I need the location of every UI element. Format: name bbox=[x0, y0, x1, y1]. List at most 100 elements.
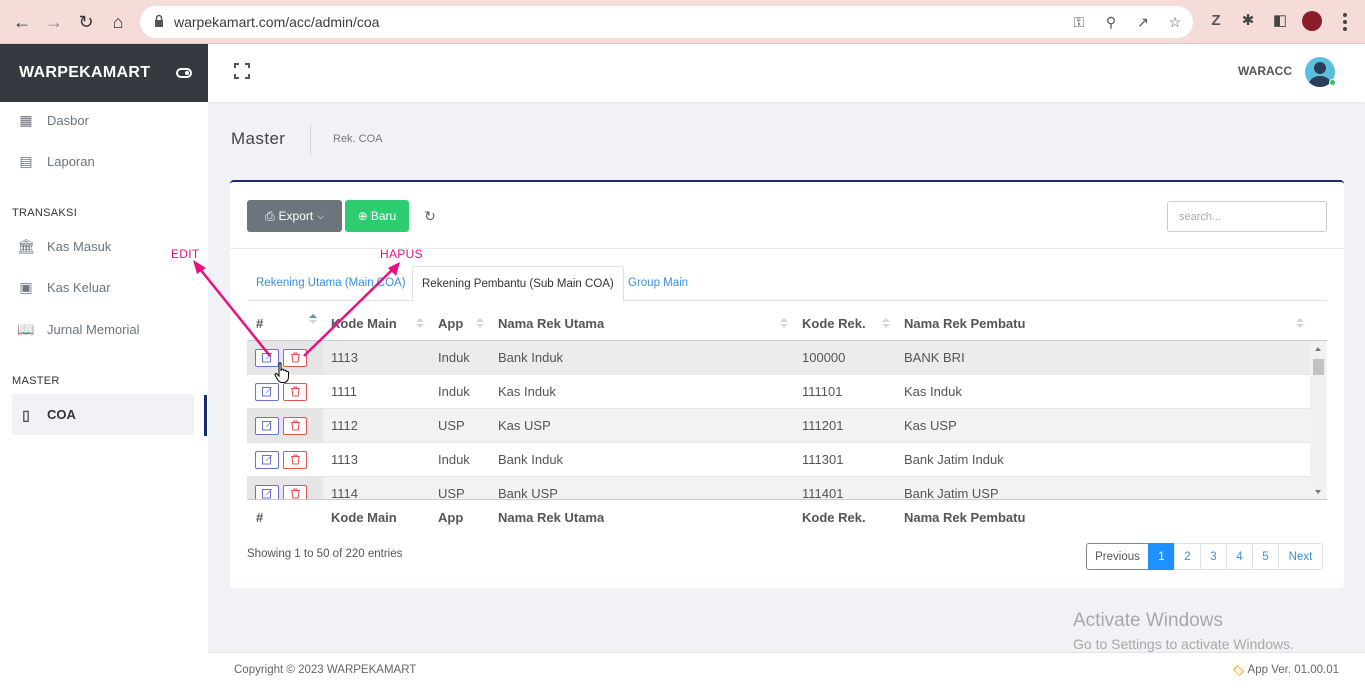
user-name[interactable]: WARACC bbox=[1238, 64, 1292, 78]
key-icon[interactable]: ⚿ bbox=[1070, 13, 1088, 31]
page-4-button[interactable]: 4 bbox=[1226, 543, 1253, 570]
copyright-text: Copyright © 2023 WARPEKAMART bbox=[234, 664, 417, 676]
footer-column-kode-main: Kode Main bbox=[331, 510, 397, 525]
tab-main-coa[interactable]: Rekening Utama (Main COA) bbox=[247, 266, 415, 301]
edit-icon bbox=[262, 489, 272, 499]
address-bar[interactable]: warpekamart.com/acc/admin/coa ⚿ ⚲ ↗ ☆ bbox=[140, 6, 1193, 38]
search-input[interactable] bbox=[1167, 201, 1327, 232]
sort-icon[interactable] bbox=[415, 318, 425, 328]
profile-avatar-icon[interactable] bbox=[1302, 11, 1322, 31]
cell-nama-rek-utama: Bank Induk bbox=[498, 350, 564, 365]
trash-icon bbox=[291, 352, 300, 363]
edit-button[interactable] bbox=[255, 417, 279, 435]
sidebar-item-coa[interactable]: ▯ COA bbox=[12, 394, 194, 435]
back-icon[interactable]: ← bbox=[10, 10, 34, 34]
sidebar-item-label: Kas Keluar bbox=[47, 279, 111, 295]
tab-group-main[interactable]: Group Main bbox=[619, 266, 697, 301]
scroll-up-icon[interactable] bbox=[1315, 347, 1321, 351]
sort-icon[interactable] bbox=[881, 318, 891, 328]
export-label: Export bbox=[278, 209, 314, 223]
next-button[interactable]: Next bbox=[1278, 543, 1323, 570]
edit-button[interactable] bbox=[255, 485, 279, 499]
sort-icon[interactable] bbox=[1295, 318, 1305, 328]
cell-nama-rek-pembatu: BANK BRI bbox=[904, 350, 965, 365]
previous-button[interactable]: Previous bbox=[1086, 543, 1149, 570]
tab-sub-main-coa[interactable]: Rekening Pembantu (Sub Main COA) bbox=[412, 266, 624, 302]
sidebar-item-laporan[interactable]: ▤ Laporan bbox=[12, 141, 194, 181]
delete-button[interactable] bbox=[283, 485, 307, 499]
scroll-down-icon[interactable] bbox=[1315, 490, 1321, 494]
cell-kode-rek: 111101 bbox=[802, 384, 843, 399]
online-status-dot bbox=[1329, 79, 1336, 86]
fullscreen-icon[interactable] bbox=[234, 63, 250, 79]
cell-nama-rek-pembatu: Kas USP bbox=[904, 418, 957, 433]
edit-icon bbox=[262, 455, 272, 465]
extensions-puzzle-icon[interactable]: ✱ bbox=[1238, 11, 1258, 31]
zoom-icon[interactable]: ⚲ bbox=[1102, 13, 1120, 31]
lock-icon bbox=[155, 14, 163, 27]
refresh-icon[interactable]: ↻ bbox=[422, 208, 438, 224]
cell-nama-rek-utama: Kas Induk bbox=[498, 384, 556, 399]
column-header-kode-main[interactable]: Kode Main bbox=[331, 316, 397, 331]
delete-button[interactable] bbox=[283, 451, 307, 469]
book-icon: 📖 bbox=[17, 321, 35, 337]
table-body: 1113 Induk Bank Induk 100000 BANK BRI 11… bbox=[247, 340, 1327, 500]
edit-button[interactable] bbox=[255, 451, 279, 469]
share-icon[interactable]: ↗ bbox=[1134, 13, 1152, 31]
new-button[interactable]: ⊕ Baru bbox=[345, 200, 409, 232]
bookmark-star-icon[interactable]: ☆ bbox=[1166, 13, 1184, 31]
delete-button[interactable] bbox=[283, 417, 307, 435]
home-icon[interactable]: ⌂ bbox=[106, 10, 130, 34]
sidebar-item-kas-masuk[interactable]: 🏛 Kas Masuk bbox=[12, 226, 194, 266]
plus-circle-icon: ⊕ bbox=[357, 209, 368, 223]
page-2-button[interactable]: 2 bbox=[1174, 543, 1201, 570]
sidebar-item-dasbor[interactable]: ▦ Dasbor bbox=[12, 100, 194, 140]
sidebar-toggle-icon[interactable] bbox=[176, 68, 192, 78]
page-1-button[interactable]: 1 bbox=[1148, 543, 1175, 570]
sidebar-item-label: Laporan bbox=[47, 153, 95, 169]
new-label: Baru bbox=[370, 209, 397, 223]
extension-z-icon[interactable]: Z bbox=[1206, 11, 1226, 31]
table-row: 1114 USP Bank USP 111401 Bank Jatim USP bbox=[247, 477, 1310, 500]
cell-kode-main: 1112 bbox=[331, 418, 358, 433]
scroll-thumb[interactable] bbox=[1313, 359, 1324, 375]
brand-name: WARPEKAMART bbox=[19, 64, 151, 81]
edit-icon bbox=[262, 421, 272, 431]
column-header-kode-rek[interactable]: Kode Rek. bbox=[802, 316, 866, 331]
windows-activation-title: Activate Windows bbox=[1073, 610, 1223, 631]
edit-button[interactable] bbox=[255, 383, 279, 401]
page-footer: Copyright © 2023 WARPEKAMART App Ver. 01… bbox=[208, 652, 1365, 691]
column-header-nama-rek-utama[interactable]: Nama Rek Utama bbox=[498, 316, 604, 331]
app-version: App Ver. 01.00.01 bbox=[1233, 664, 1339, 676]
sort-icon[interactable] bbox=[475, 318, 485, 328]
sidebar-item-kas-keluar[interactable]: ▣ Kas Keluar bbox=[12, 267, 194, 307]
trash-icon bbox=[291, 488, 300, 499]
cell-kode-rek: 100000 bbox=[802, 350, 846, 365]
column-header-nama-rek-pembatu[interactable]: Nama Rek Pembatu bbox=[904, 316, 1025, 331]
sidebar-item-jurnal-memorial[interactable]: 📖 Jurnal Memorial bbox=[12, 309, 194, 349]
cell-kode-rek: 111301 bbox=[802, 452, 844, 467]
page-3-button[interactable]: 3 bbox=[1200, 543, 1227, 570]
sort-icon[interactable] bbox=[308, 314, 318, 324]
column-header-app[interactable]: App bbox=[438, 316, 463, 331]
side-panel-icon[interactable]: ◧ bbox=[1270, 11, 1290, 31]
edit-icon bbox=[262, 353, 272, 363]
browser-menu-icon[interactable] bbox=[1340, 12, 1350, 32]
trash-icon bbox=[291, 386, 300, 397]
page-5-button[interactable]: 5 bbox=[1252, 543, 1279, 570]
reload-icon[interactable]: ↻ bbox=[74, 10, 98, 34]
section-heading-transaksi: TRANSAKSI bbox=[12, 207, 78, 219]
cell-app: Induk bbox=[438, 452, 470, 467]
section-heading-master: MASTER bbox=[12, 375, 60, 387]
coa-tabs: Rekening Utama (Main COA) Rekening Pemba… bbox=[247, 266, 1327, 302]
action-cell bbox=[247, 443, 323, 477]
windows-activation-subtitle: Go to Settings to activate Windows. bbox=[1073, 636, 1294, 652]
cell-kode-rek: 111401 bbox=[802, 486, 844, 500]
cell-nama-rek-pembatu: Bank Jatim USP bbox=[904, 486, 999, 500]
delete-button[interactable] bbox=[283, 383, 307, 401]
table-scrollbar[interactable] bbox=[1310, 341, 1327, 499]
sort-icon[interactable] bbox=[779, 318, 789, 328]
forward-icon[interactable]: → bbox=[42, 10, 66, 34]
export-button[interactable]: ⎙ Export ⌵ bbox=[247, 200, 342, 232]
cell-nama-rek-utama: Bank USP bbox=[498, 486, 558, 500]
